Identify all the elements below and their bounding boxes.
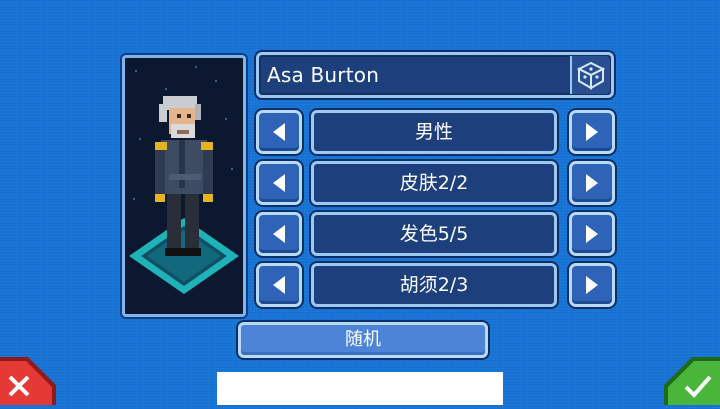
bottom-panel (217, 372, 503, 405)
hair-color-next-button[interactable] (569, 212, 615, 256)
hair-color-value: 发色5/5 (311, 212, 557, 256)
arrow-right-icon (586, 225, 598, 243)
character-name: Asa Burton (267, 63, 380, 87)
character-portrait (122, 55, 246, 317)
confirm-button[interactable] (664, 357, 720, 405)
beard-value: 胡须2/3 (311, 263, 557, 307)
skin-next-button[interactable] (569, 161, 615, 205)
arrow-right-icon (586, 276, 598, 294)
hair-color-prev-button[interactable] (256, 212, 302, 256)
skin-prev-button[interactable] (256, 161, 302, 205)
arrow-left-icon (273, 225, 285, 243)
character-sprite (129, 66, 239, 294)
name-field[interactable]: Asa Burton (256, 52, 614, 98)
arrow-right-icon (586, 123, 598, 141)
beard-prev-button[interactable] (256, 263, 302, 307)
check-icon (664, 357, 720, 405)
arrow-left-icon (273, 174, 285, 192)
gender-next-button[interactable] (569, 110, 615, 154)
arrow-left-icon (273, 123, 285, 141)
gender-value: 男性 (311, 110, 557, 154)
skin-value: 皮肤2/2 (311, 161, 557, 205)
arrow-left-icon (273, 276, 285, 294)
beard-next-button[interactable] (569, 263, 615, 307)
dice-icon (576, 61, 606, 90)
gender-prev-button[interactable] (256, 110, 302, 154)
randomize-name-button[interactable] (570, 56, 610, 94)
cancel-button[interactable] (0, 357, 56, 405)
random-button[interactable]: 随机 (238, 322, 488, 358)
close-icon (0, 357, 56, 405)
arrow-right-icon (586, 174, 598, 192)
